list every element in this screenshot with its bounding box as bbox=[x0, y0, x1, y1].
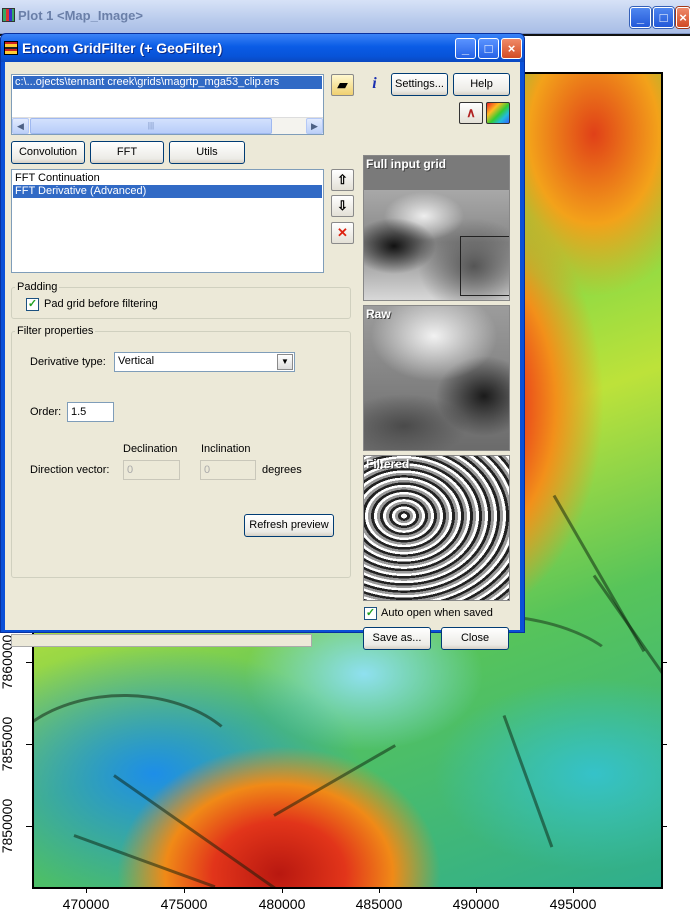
direction-vector-label: Direction vector: bbox=[30, 464, 110, 476]
filter-properties-group: Filter properties Derivative type: Verti… bbox=[11, 325, 351, 578]
refresh-preview-button[interactable]: Refresh preview bbox=[244, 514, 334, 537]
x-tick-mark bbox=[184, 887, 185, 893]
y-tick-mark-right bbox=[661, 826, 667, 827]
declination-input[interactable]: 0 bbox=[123, 460, 180, 480]
padding-group: Padding ✓ Pad grid before filtering bbox=[11, 281, 351, 319]
info-icon: i bbox=[372, 75, 377, 92]
minimize-icon: _ bbox=[636, 10, 645, 25]
plot-window-title: Plot 1 <Map_Image> bbox=[18, 8, 143, 23]
dialog-close-button[interactable]: × bbox=[501, 38, 522, 59]
filter-list-item[interactable]: FFT Continuation bbox=[13, 172, 322, 185]
preview-extent-rectangle bbox=[460, 236, 509, 296]
auto-open-checkbox[interactable]: ✓ bbox=[364, 607, 377, 620]
gridfilter-dialog: Encom GridFilter (+ GeoFilter) _ □ × c:\… bbox=[0, 33, 525, 650]
utils-button[interactable]: Utils bbox=[169, 141, 245, 164]
delete-x-icon: ✕ bbox=[337, 225, 348, 240]
degrees-label: degrees bbox=[262, 464, 302, 476]
filter-list-item-selected[interactable]: FFT Derivative (Advanced) bbox=[13, 185, 322, 198]
scroll-thumb[interactable]: ||| bbox=[30, 118, 272, 134]
chevron-down-icon[interactable]: ▼ bbox=[277, 354, 293, 370]
y-tick-mark-right bbox=[661, 744, 667, 745]
plot-maximize-button[interactable]: □ bbox=[653, 7, 674, 28]
convolution-button[interactable]: Convolution bbox=[11, 141, 85, 164]
y-tick-mark bbox=[26, 662, 32, 663]
order-input[interactable]: 1.5 bbox=[67, 402, 114, 422]
x-tick-mark bbox=[282, 887, 283, 893]
profile-curve-icon: ∧ bbox=[466, 105, 476, 120]
x-tick-mark bbox=[379, 887, 380, 893]
delete-filter-button[interactable]: ✕ bbox=[331, 222, 354, 244]
scroll-right-arrow-icon[interactable]: ▶ bbox=[306, 118, 323, 134]
close-icon: × bbox=[679, 10, 687, 25]
filtered-preview[interactable]: Filtered bbox=[363, 455, 510, 601]
x-tick-mark bbox=[573, 887, 574, 893]
auto-open-label: Auto open when saved bbox=[381, 607, 493, 619]
close-icon: × bbox=[507, 41, 516, 56]
input-file-path[interactable]: c:\...ojects\tennant creek\grids\magrtp_… bbox=[13, 76, 322, 89]
pad-grid-checkbox[interactable]: ✓ bbox=[26, 298, 39, 311]
save-as-button[interactable]: Save as... bbox=[363, 627, 431, 650]
raw-preview-title: Raw bbox=[366, 307, 391, 321]
x-tick-mark bbox=[476, 887, 477, 893]
dialog-title: Encom GridFilter (+ GeoFilter) bbox=[22, 40, 223, 56]
input-file-list[interactable]: c:\...ojects\tennant creek\grids\magrtp_… bbox=[11, 74, 324, 135]
dialog-body: c:\...ojects\tennant creek\grids\magrtp_… bbox=[5, 62, 520, 650]
plot-window-titlebar[interactable]: Plot 1 <Map_Image> _ □ × bbox=[0, 0, 690, 34]
plot-close-button[interactable]: × bbox=[676, 7, 690, 28]
arrow-down-icon: ⇩ bbox=[337, 198, 348, 213]
folder-open-icon: ▰ bbox=[337, 77, 348, 92]
move-up-button[interactable]: ⇧ bbox=[331, 169, 354, 191]
arrow-up-icon: ⇧ bbox=[337, 172, 348, 187]
y-tick-mark-right bbox=[661, 662, 667, 663]
open-folder-button[interactable]: ▰ bbox=[331, 74, 354, 96]
derivative-type-label: Derivative type: bbox=[30, 356, 106, 368]
declination-label: Declination bbox=[123, 443, 178, 455]
minimize-icon: _ bbox=[461, 41, 470, 56]
full-input-grid-title: Full input grid bbox=[366, 157, 446, 171]
dialog-titlebar[interactable]: Encom GridFilter (+ GeoFilter) _ □ × bbox=[1, 34, 524, 62]
x-tick-label: 470000 bbox=[62, 896, 110, 912]
map-ridge bbox=[34, 694, 254, 874]
dialog-maximize-button[interactable]: □ bbox=[478, 38, 499, 59]
map-lineament bbox=[273, 744, 396, 817]
y-tick-mark bbox=[26, 744, 32, 745]
filter-list[interactable]: FFT Continuation FFT Derivative (Advance… bbox=[11, 169, 324, 273]
maximize-icon: □ bbox=[484, 41, 493, 56]
help-button[interactable]: Help bbox=[453, 73, 510, 96]
inclination-label: Inclination bbox=[201, 443, 251, 455]
x-tick-label: 475000 bbox=[160, 896, 208, 912]
profile-view-button[interactable]: ∧ bbox=[459, 102, 483, 124]
progress-bar bbox=[11, 634, 312, 647]
x-tick-label: 485000 bbox=[355, 896, 403, 912]
filtered-preview-title: Filtered bbox=[366, 457, 410, 471]
derivative-type-value: Vertical bbox=[118, 355, 155, 367]
padding-group-label: Padding bbox=[15, 281, 60, 293]
fft-button[interactable]: FFT bbox=[90, 141, 164, 164]
plot-window-icon bbox=[2, 8, 15, 22]
file-list-hscrollbar[interactable]: ◀ ||| ▶ bbox=[12, 117, 323, 134]
close-button[interactable]: Close bbox=[441, 627, 509, 650]
filter-properties-label: Filter properties bbox=[15, 325, 96, 337]
order-label: Order: bbox=[30, 406, 62, 418]
raw-preview[interactable]: Raw bbox=[363, 305, 510, 451]
settings-button[interactable]: Settings... bbox=[391, 73, 448, 96]
dialog-minimize-button[interactable]: _ bbox=[455, 38, 476, 59]
x-tick-label: 495000 bbox=[549, 896, 597, 912]
x-tick-label: 480000 bbox=[258, 896, 306, 912]
pad-grid-label: Pad grid before filtering bbox=[44, 298, 158, 310]
derivative-type-select[interactable]: Vertical ▼ bbox=[114, 352, 295, 372]
inclination-input[interactable]: 0 bbox=[200, 460, 256, 480]
y-tick-mark bbox=[26, 826, 32, 827]
full-input-grid-preview[interactable]: Full input grid bbox=[363, 155, 510, 301]
x-tick-mark bbox=[86, 887, 87, 893]
color-image-view-button[interactable] bbox=[486, 102, 510, 124]
scroll-left-arrow-icon[interactable]: ◀ bbox=[12, 118, 29, 134]
gridfilter-app-icon bbox=[4, 41, 18, 55]
x-tick-label: 490000 bbox=[452, 896, 500, 912]
maximize-icon: □ bbox=[659, 10, 668, 25]
info-button[interactable]: i bbox=[363, 74, 386, 96]
plot-minimize-button[interactable]: _ bbox=[630, 7, 651, 28]
move-down-button[interactable]: ⇩ bbox=[331, 195, 354, 217]
